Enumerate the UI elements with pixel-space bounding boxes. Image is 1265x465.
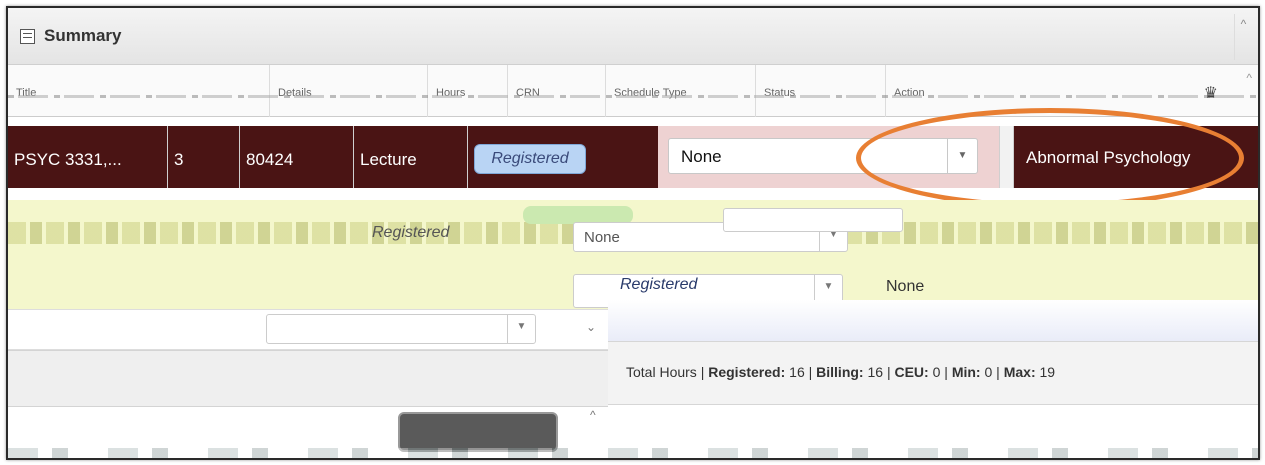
- chevron-down-icon[interactable]: ▼: [507, 315, 535, 343]
- row-action-value: None: [886, 278, 925, 295]
- cell-crn: 80424: [240, 126, 354, 188]
- column-header-hours[interactable]: Hours: [428, 65, 508, 117]
- cell-schedule-type: Lecture: [354, 126, 468, 188]
- row-strip: [608, 300, 1258, 341]
- action-select[interactable]: None ▼: [668, 138, 978, 174]
- ceu-hours: 0: [932, 364, 941, 380]
- cell-divider: [1000, 126, 1014, 188]
- cell-hours: 3: [168, 126, 240, 188]
- total-hours-summary: Total Hours | Registered: 16 | Billing: …: [608, 341, 1258, 405]
- row-action-value: None: [584, 229, 620, 246]
- course-title: Abnormal Psychology: [1026, 148, 1191, 167]
- column-header-schedule-type[interactable]: Schedule Type: [606, 65, 756, 117]
- action-select-value: None: [681, 147, 722, 166]
- bottom-render-artifact: [8, 448, 1258, 458]
- column-settings-icon[interactable]: ♛: [1204, 83, 1218, 103]
- table-column-header: Title Details Hours CRN Schedule Type St…: [8, 65, 1258, 117]
- caret-up-icon[interactable]: ^: [1246, 71, 1252, 85]
- cell-title: Abnormal Psychology: [1014, 126, 1258, 188]
- row-status-text: Registered: [620, 276, 698, 293]
- billing-hours: 16: [867, 364, 884, 380]
- status-badge: Registered: [474, 144, 586, 174]
- summary-table-icon: [20, 28, 35, 44]
- table-row-selected[interactable]: PSYC 3331,... 3 80424 Lecture Registered: [8, 126, 658, 188]
- column-header-status[interactable]: Status: [756, 65, 886, 117]
- column-header-details[interactable]: Details: [270, 65, 428, 117]
- min-hours: 0: [984, 364, 993, 380]
- caret-up-icon[interactable]: ^: [590, 408, 596, 422]
- header-render-artifact: [8, 95, 1258, 98]
- column-header-action[interactable]: Action: [886, 65, 1186, 117]
- submit-button[interactable]: [398, 412, 558, 452]
- scroll-up-icon[interactable]: ^: [1234, 14, 1252, 60]
- cell-course: PSYC 3331,...: [8, 126, 168, 188]
- row-ghost-select: [723, 208, 903, 232]
- chevron-down-icon[interactable]: ⌄: [586, 320, 596, 334]
- registered-hours: 16: [789, 364, 805, 380]
- column-header-crn[interactable]: CRN: [508, 65, 606, 117]
- row-status-text: Registered: [372, 224, 450, 241]
- column-header-title[interactable]: Title: [8, 65, 270, 117]
- cell-status: Registered: [468, 126, 658, 188]
- cell-action: None ▼: [658, 126, 1000, 188]
- table-row: [8, 350, 608, 407]
- panel-title: Summary: [44, 26, 122, 45]
- max-hours: 19: [1039, 364, 1056, 380]
- screenshot-frame: Summary ^ Title Details Hours CRN Schedu…: [6, 6, 1260, 460]
- chevron-down-icon[interactable]: ▼: [947, 139, 977, 173]
- row-select[interactable]: ▼: [266, 314, 536, 344]
- summary-panel-header: Summary ^: [8, 8, 1258, 65]
- table-row[interactable]: ▼: [8, 310, 608, 350]
